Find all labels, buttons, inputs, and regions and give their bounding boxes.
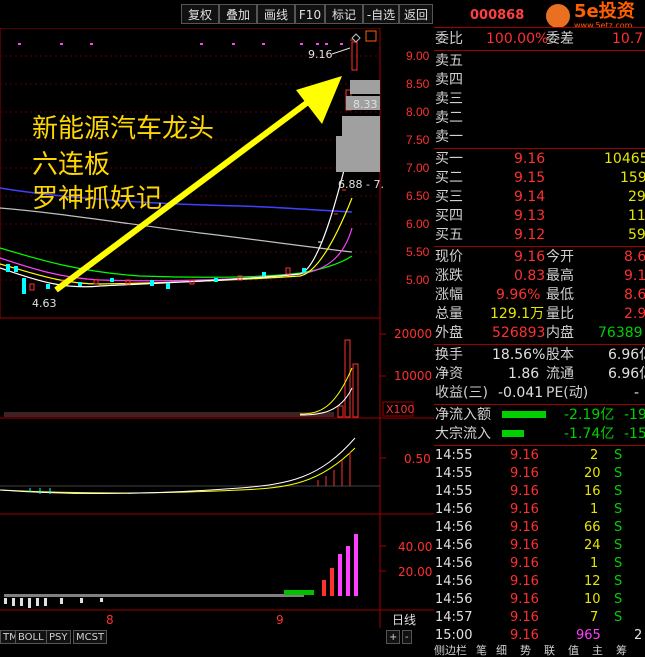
price-tick: 6.00 (406, 217, 430, 231)
stat-row: 涨幅 9.96% 最低 8.6 (435, 287, 645, 303)
tick-row: 14:56 9.16 66 S (435, 520, 623, 535)
tab-psy[interactable]: PSY (46, 630, 71, 644)
vol-ma-line (299, 367, 353, 415)
diamond-icon (351, 33, 361, 43)
chart-toolbar: 复权 叠加 画线 F10 标记 -自选 返回 (0, 0, 434, 28)
sell-level[interactable]: 卖一 (434, 128, 645, 147)
volume-bars (4, 339, 359, 418)
x-label: 8 (106, 613, 114, 627)
chip-distribution (336, 80, 380, 172)
tick-row: 14:56 9.16 12 S (435, 574, 623, 589)
kdj-tick: 40.00 (398, 540, 432, 554)
sell-level[interactable]: 卖二 (434, 109, 645, 128)
flow-bar (502, 411, 546, 418)
f10-button[interactable]: F10 (295, 4, 325, 24)
tab-xi[interactable]: 细 (496, 645, 507, 657)
signal-markers (18, 43, 343, 45)
flow-row: 大宗流入 -1.74亿 -15 (435, 426, 645, 442)
tab-zhu[interactable]: 主 (592, 645, 603, 657)
mark-button[interactable]: 标记 (325, 4, 363, 24)
x-label: 9 (276, 613, 284, 627)
stat-row: 现价 9.16 今开 8.6 (435, 249, 645, 265)
tick-row: 14:55 9.16 16 S (435, 484, 623, 499)
tick-row: 14:56 9.16 1 S (435, 502, 623, 517)
overlay-button[interactable]: 叠加 (219, 4, 257, 24)
price-tick: 8.00 (406, 105, 430, 119)
overlay-author: 罗神抓妖记 (32, 184, 163, 214)
low-annotation: 4.63 (32, 297, 57, 310)
high-annotation: 9.16 (308, 48, 333, 61)
buy-level[interactable]: 买四 9.13 11 (434, 207, 645, 226)
logo-icon (546, 4, 570, 28)
kdj-bars (4, 534, 358, 597)
volume-unit: X100 (386, 403, 415, 416)
tick-row: 14:56 9.16 24 S (435, 538, 623, 553)
tab-boll[interactable]: BOLL (15, 630, 47, 644)
sell-level[interactable]: 卖五 (434, 52, 645, 71)
stat-row: 总量 129.1万 量比 2.9 (435, 306, 645, 322)
sell-level[interactable]: 卖三 (434, 90, 645, 109)
tick-row: 14:55 9.16 20 S (435, 466, 623, 481)
indicator-tabs: TM BOLL PSY MCST + - (0, 628, 434, 657)
ann2-label: 6.88 - 7. (338, 178, 384, 191)
tick-row: 15:00 9.16 965 2 (435, 628, 643, 643)
price-tick: 9.00 (406, 49, 430, 63)
tab-bi[interactable]: 笔 (476, 645, 487, 657)
price-tick: 6.50 (406, 189, 430, 203)
high-pointer (331, 47, 351, 55)
volume-tick: 10000 (394, 369, 432, 383)
back-button[interactable]: 返回 (399, 4, 433, 24)
zoom-out-button[interactable]: - (402, 630, 412, 644)
period-label[interactable]: 日线 (392, 613, 416, 627)
tab-sidebar[interactable]: 侧边栏 (434, 645, 467, 657)
price-tick: 8.50 (406, 77, 430, 91)
add-watchlist-button[interactable]: -自选 (363, 4, 399, 24)
draw-line-button[interactable]: 画线 (257, 4, 295, 24)
tab-zhi[interactable]: 值 (568, 645, 579, 657)
stock-code: 000868 (470, 8, 525, 23)
kdj-tick: 20.00 (398, 565, 432, 579)
macd-tick: 0.50 (404, 452, 431, 466)
marker-box-icon (365, 30, 377, 42)
buy-level[interactable]: 买一 9.16 10465 (434, 150, 645, 169)
tab-shi[interactable]: 势 (520, 645, 531, 657)
price-tick: 5.50 (406, 245, 430, 259)
fuquan-button[interactable]: 复权 (181, 4, 219, 24)
macd-dif-line (0, 437, 356, 495)
tick-row: 14:55 9.16 2 S (435, 448, 623, 463)
info-row: 收益(三) -0.041 PE(动) - (435, 385, 640, 401)
vol-ma-line (299, 387, 353, 416)
stat-row: 涨跌 0.83 最高 9.1 (435, 268, 645, 284)
weibi-row: 委比 100.00% 委差 10.7 (435, 31, 644, 47)
panel-tabs: 侧边栏 笔 细 势 联 值 主 筹 (434, 645, 645, 657)
ann1-label: 8.33 (353, 98, 378, 111)
stat-row: 外盘 526893 内盘 76389 (435, 325, 643, 341)
info-row: 换手18.56%股本6.96亿 (435, 347, 645, 363)
price-tick: 7.00 (406, 161, 430, 175)
buy-level[interactable]: 买三 9.14 29 (434, 188, 645, 207)
buy-level[interactable]: 买二 9.15 159 (434, 169, 645, 188)
logo-text: 5e投资 (574, 1, 635, 22)
info-row: 净资1.86流通6.96亿 (435, 366, 645, 382)
tab-mcst[interactable]: MCST (73, 630, 108, 644)
flow-row: 净流入额 -2.19亿 -19 (435, 407, 645, 423)
kdj-neg-bars (4, 598, 103, 608)
tab-lian[interactable]: 联 (544, 645, 555, 657)
tick-row: 14:56 9.16 1 S (435, 556, 623, 571)
zoom-in-button[interactable]: + (386, 630, 401, 644)
flow-bar (502, 430, 524, 437)
price-tick: 7.50 (406, 133, 430, 147)
volume-tick: 20000 (394, 327, 432, 341)
stock-header: 000868 5e投资 www.5etz.com (434, 2, 645, 30)
tick-row: 14:57 9.16 7 S (435, 610, 623, 625)
overlay-title: 新能源汽车龙头 (32, 114, 215, 144)
buy-level[interactable]: 买五 9.12 59 (434, 226, 645, 245)
sell-level[interactable]: 卖四 (434, 71, 645, 90)
tick-row: 14:56 9.16 10 S (435, 592, 623, 607)
price-tick: 5.00 (406, 273, 430, 287)
tab-chou[interactable]: 筹 (616, 645, 627, 657)
overlay-subtitle: 六连板 (32, 150, 111, 180)
quote-panel: 000868 5e投资 www.5etz.com 委比 100.00% 委差 1… (434, 0, 645, 657)
